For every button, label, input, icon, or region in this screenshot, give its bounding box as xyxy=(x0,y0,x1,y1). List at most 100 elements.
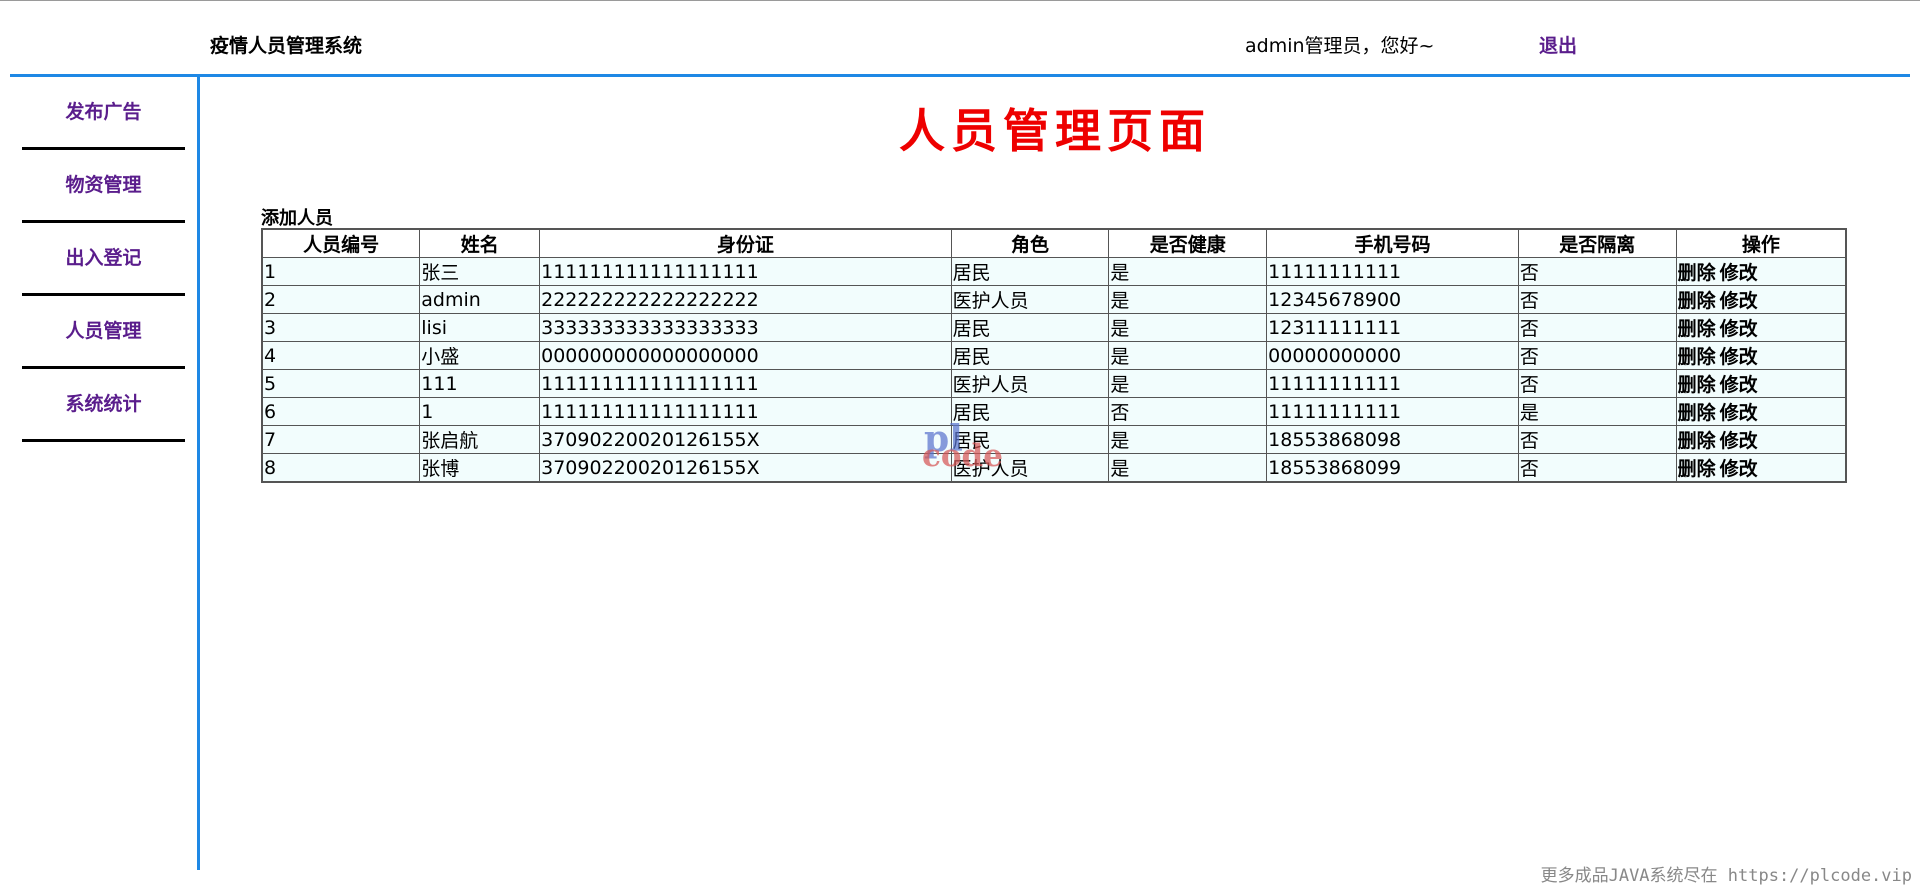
delete-link[interactable]: 删除 xyxy=(1678,346,1716,368)
cell-phone: 11111111111 xyxy=(1266,397,1519,426)
column-header: 是否隔离 xyxy=(1517,228,1677,258)
cell-quarantined: 否 xyxy=(1517,257,1677,286)
cell-id-card: 111111111111111111 xyxy=(539,397,952,426)
cell-healthy: 是 xyxy=(1108,453,1268,483)
table-row: 2 admin 222222222222222222 医护人员 是 123456… xyxy=(261,285,1847,314)
column-header: 角色 xyxy=(950,228,1110,258)
column-header: 人员编号 xyxy=(261,228,421,258)
sidebar-item-entry-log[interactable]: 出入登记 xyxy=(22,223,185,296)
cell-phone: 12311111111 xyxy=(1266,313,1519,342)
cell-quarantined: 否 xyxy=(1517,369,1677,398)
cell-id-card: 37090220020126155X xyxy=(539,425,952,454)
cell-healthy: 是 xyxy=(1108,425,1268,454)
cell-healthy: 是 xyxy=(1108,285,1268,314)
cell-healthy: 是 xyxy=(1108,257,1268,286)
cell-role: 居民 xyxy=(950,257,1110,286)
delete-link[interactable]: 删除 xyxy=(1678,402,1716,424)
edit-link[interactable]: 修改 xyxy=(1720,458,1758,480)
cell-quarantined: 否 xyxy=(1517,313,1677,342)
cell-quarantined: 否 xyxy=(1517,425,1677,454)
add-person-link[interactable]: 添加人员 xyxy=(261,204,333,230)
delete-link[interactable]: 删除 xyxy=(1678,458,1716,480)
cell-id-card: 37090220020126155X xyxy=(539,453,952,483)
header-bar: 疫情人员管理系统 admin管理员，您好~ 退出 xyxy=(0,1,1920,75)
cell-id-card: 222222222222222222 xyxy=(539,285,952,314)
app-title: 疫情人员管理系统 xyxy=(210,35,363,57)
watermark-logo: pl code xyxy=(920,418,1030,476)
cell-actions: 删除 修改 xyxy=(1675,397,1847,426)
delete-link[interactable]: 删除 xyxy=(1678,318,1716,340)
cell-name: admin xyxy=(419,285,541,314)
cell-actions: 删除 修改 xyxy=(1675,285,1847,314)
column-header: 手机号码 xyxy=(1266,228,1519,258)
edit-link[interactable]: 修改 xyxy=(1720,290,1758,312)
footer-watermark-text: 更多成品JAVA系统尽在 https://plcode.vip xyxy=(1540,866,1912,886)
delete-link[interactable]: 删除 xyxy=(1678,262,1716,284)
cell-id: 7 xyxy=(261,425,421,454)
logout-link[interactable]: 退出 xyxy=(1539,31,1577,58)
sidebar-divider xyxy=(197,76,200,870)
cell-id-card: 111111111111111111 xyxy=(539,369,952,398)
cell-name: 张三 xyxy=(419,257,541,286)
cell-role: 医护人员 xyxy=(950,285,1110,314)
edit-link[interactable]: 修改 xyxy=(1720,262,1758,284)
delete-link[interactable]: 删除 xyxy=(1678,430,1716,452)
user-greeting: admin管理员，您好~ xyxy=(1245,35,1435,57)
cell-phone: 11111111111 xyxy=(1266,369,1519,398)
column-header: 姓名 xyxy=(419,228,541,258)
cell-healthy: 是 xyxy=(1108,313,1268,342)
table-row: 8 张博 37090220020126155X 医护人员 是 185538680… xyxy=(261,453,1847,483)
edit-link[interactable]: 修改 xyxy=(1720,374,1758,396)
table-row: 3 lisi 333333333333333333 居民 是 123111111… xyxy=(261,313,1847,342)
cell-quarantined: 否 xyxy=(1517,341,1677,370)
table-row: 7 张启航 37090220020126155X 居民 是 1855386809… xyxy=(261,425,1847,454)
cell-id: 6 xyxy=(261,397,421,426)
cell-role: 医护人员 xyxy=(950,369,1110,398)
cell-name: 小盛 xyxy=(419,341,541,370)
cell-name: 张启航 xyxy=(419,425,541,454)
delete-link[interactable]: 删除 xyxy=(1678,290,1716,312)
cell-id-card: 333333333333333333 xyxy=(539,313,952,342)
edit-link[interactable]: 修改 xyxy=(1720,430,1758,452)
cell-name: 111 xyxy=(419,369,541,398)
cell-phone: 18553868099 xyxy=(1266,453,1519,483)
cell-name: 1 xyxy=(419,397,541,426)
edit-link[interactable]: 修改 xyxy=(1720,402,1758,424)
sidebar-item-personnel[interactable]: 人员管理 xyxy=(22,296,185,369)
column-header: 身份证 xyxy=(539,228,952,258)
watermark-code: code xyxy=(922,438,1003,474)
cell-healthy: 是 xyxy=(1108,369,1268,398)
cell-id: 8 xyxy=(261,453,421,483)
cell-actions: 删除 修改 xyxy=(1675,257,1847,286)
cell-actions: 删除 修改 xyxy=(1675,313,1847,342)
cell-healthy: 是 xyxy=(1108,341,1268,370)
table-row: 1 张三 111111111111111111 居民 是 11111111111… xyxy=(261,257,1847,286)
page-title: 人员管理页面 xyxy=(899,104,1211,158)
table-row: 4 小盛 000000000000000000 居民 是 00000000000… xyxy=(261,341,1847,370)
cell-healthy: 否 xyxy=(1108,397,1268,426)
column-header: 是否健康 xyxy=(1108,228,1268,258)
cell-phone: 00000000000 xyxy=(1266,341,1519,370)
cell-phone: 18553868098 xyxy=(1266,425,1519,454)
header-divider xyxy=(10,74,1910,77)
cell-name: lisi xyxy=(419,313,541,342)
edit-link[interactable]: 修改 xyxy=(1720,318,1758,340)
cell-actions: 删除 修改 xyxy=(1675,425,1847,454)
personnel-table: 人员编号 姓名 身份证 角色 是否健康 手机号码 是否隔离 操作 1 张三 11… xyxy=(261,228,1847,483)
column-header: 操作 xyxy=(1675,228,1847,258)
cell-id: 3 xyxy=(261,313,421,342)
cell-id: 4 xyxy=(261,341,421,370)
delete-link[interactable]: 删除 xyxy=(1678,374,1716,396)
edit-link[interactable]: 修改 xyxy=(1720,346,1758,368)
cell-quarantined: 否 xyxy=(1517,285,1677,314)
cell-actions: 删除 修改 xyxy=(1675,341,1847,370)
cell-name: 张博 xyxy=(419,453,541,483)
cell-actions: 删除 修改 xyxy=(1675,453,1847,483)
sidebar-item-statistics[interactable]: 系统统计 xyxy=(22,369,185,442)
cell-id-card: 111111111111111111 xyxy=(539,257,952,286)
cell-role: 居民 xyxy=(950,313,1110,342)
cell-role: 居民 xyxy=(950,341,1110,370)
cell-id: 1 xyxy=(261,257,421,286)
table-row: 5 111 111111111111111111 医护人员 是 11111111… xyxy=(261,369,1847,398)
cell-phone: 12345678900 xyxy=(1266,285,1519,314)
